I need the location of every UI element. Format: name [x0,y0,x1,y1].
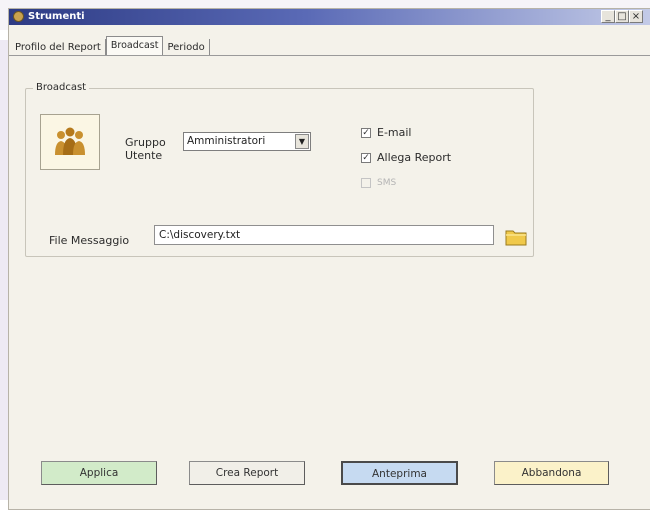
user-group-select-value: Amministratori [187,135,266,147]
user-group-label-line2: Utente [125,149,163,162]
window-title: Strumenti [28,11,85,22]
sms-checkbox[interactable]: SMS [361,178,396,188]
chevron-down-icon[interactable]: ▼ [295,134,309,149]
attach-report-checkbox-label: Allega Report [377,151,452,164]
tools-window: Strumenti _ □ × Profilo del Report Broad… [8,8,650,510]
file-message-input[interactable]: C:\discovery.txt [154,225,494,245]
create-report-button[interactable]: Crea Report [189,461,305,485]
file-message-label: File Messaggio [49,234,130,247]
close-button[interactable]: × [629,10,643,23]
email-checkbox-box[interactable]: ✓ [361,127,371,138]
tab-strip: Profilo del Report Broadcast Periodo [11,36,210,56]
folder-icon [505,230,526,246]
attach-report-checkbox[interactable]: ✓ Allega Report [361,151,451,164]
app-icon [13,11,24,22]
tab-period[interactable]: Periodo [163,39,210,56]
user-group-icon [40,114,100,170]
tab-report-profile[interactable]: Profilo del Report [11,39,106,56]
email-checkbox[interactable]: ✓ E-mail [361,126,412,139]
attach-report-checkbox-box[interactable]: ✓ [361,152,371,163]
user-group-select[interactable]: Amministratori ▼ [183,132,311,151]
cancel-button[interactable]: Abbandona [494,461,609,485]
apply-button[interactable]: Applica [41,461,157,485]
sms-checkbox-box[interactable] [361,178,371,188]
window-controls: _ □ × [601,10,643,24]
title-bar[interactable]: Strumenti _ □ × [9,9,650,25]
tab-divider [9,55,650,56]
sms-checkbox-label: SMS [377,178,397,188]
tab-broadcast[interactable]: Broadcast [105,36,164,56]
preview-button[interactable]: Anteprima [341,461,458,485]
minimize-button[interactable]: _ [601,10,615,23]
user-group-label-line1: Gruppo [125,136,166,149]
broadcast-group-label: Broadcast [33,82,90,93]
email-checkbox-label: E-mail [377,126,412,139]
maximize-button[interactable]: □ [615,10,629,23]
browse-folder-button[interactable] [503,226,528,248]
